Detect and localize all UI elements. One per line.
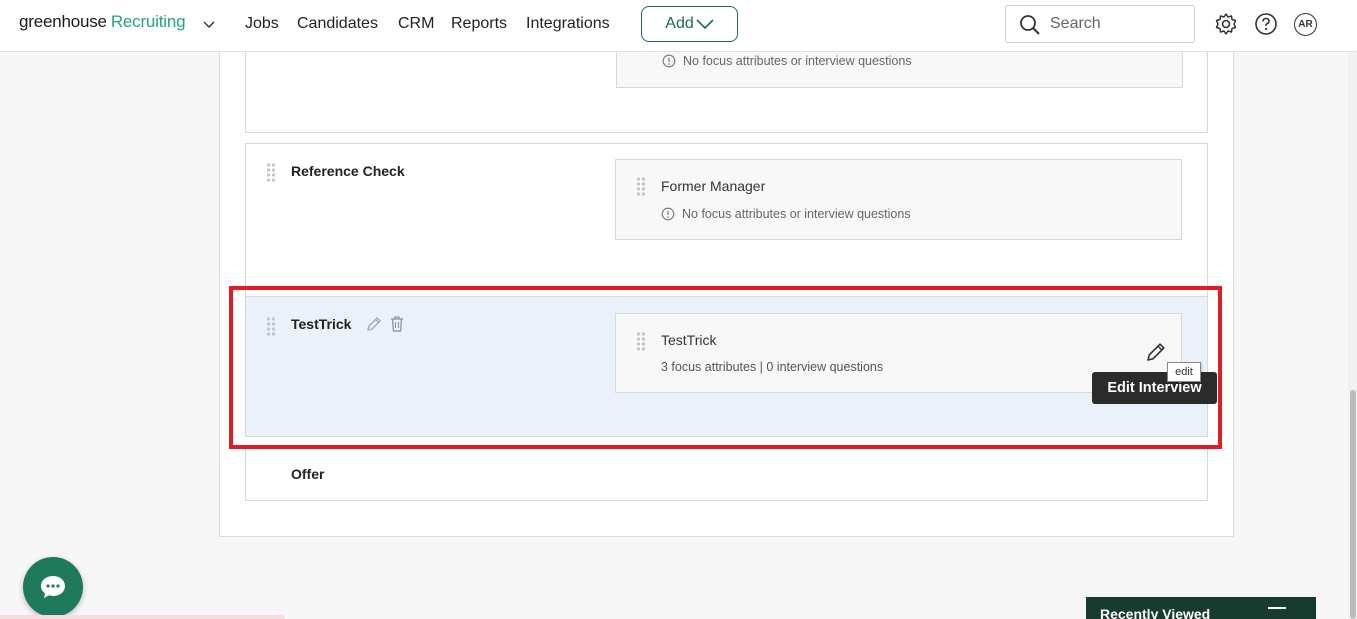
drag-handle-icon[interactable] (636, 331, 646, 351)
help-icon[interactable] (1254, 12, 1278, 36)
interview-summary: 3 focus attributes | 0 interview questio… (661, 360, 884, 374)
minimize-icon[interactable] (1268, 607, 1286, 609)
stage-name: Reference Check (291, 163, 405, 179)
interview-note: No focus attributes or interview questio… (662, 54, 912, 68)
edit-tooltip: edit (1167, 362, 1201, 382)
recently-viewed-panel[interactable]: Recently Viewed (1086, 597, 1316, 619)
nav-crm[interactable]: CRM (398, 15, 434, 33)
stage-name: TestTrick (291, 316, 352, 332)
search-input[interactable] (1050, 15, 1185, 33)
add-button[interactable]: Add (641, 6, 738, 42)
info-icon (662, 54, 676, 68)
interview-note-text: No focus attributes or interview questio… (683, 54, 912, 68)
chat-button[interactable] (23, 557, 83, 617)
pencil-icon[interactable] (365, 315, 383, 333)
interview-card[interactable]: Former Manager No focus attributes or in… (615, 159, 1182, 240)
stage-card: No focus attributes or interview questio… (245, 40, 1208, 133)
search-icon (1020, 15, 1040, 35)
chat-bubble-icon (41, 576, 65, 598)
stage-name: Offer (291, 466, 325, 482)
info-icon (661, 207, 675, 221)
scrollbar-thumb[interactable] (1350, 390, 1356, 619)
stage-card: Reference Check Former Manager No focus … (245, 143, 1208, 297)
interview-name: Former Manager (661, 178, 766, 194)
brand-product: Recruiting (110, 12, 186, 31)
stage-card-active: TestTrick TestTrick 3 focus attributes |… (245, 296, 1208, 437)
top-nav: greenhouse Recruiting Jobs Candidates CRM… (0, 0, 1357, 52)
recently-viewed-title: Recently Viewed (1100, 606, 1211, 619)
trash-icon[interactable] (389, 315, 405, 333)
gear-icon[interactable] (1214, 12, 1238, 36)
notification-bar (0, 615, 285, 619)
search-box[interactable] (1005, 5, 1195, 43)
add-button-label: Add (665, 15, 694, 32)
edit-pencil-icon[interactable] (1145, 341, 1167, 363)
brand-logo[interactable]: greenhouse Recruiting (19, 12, 186, 32)
nav-integrations[interactable]: Integrations (526, 15, 610, 33)
interview-note-text: No focus attributes or interview questio… (682, 207, 911, 221)
chevron-down-icon (696, 19, 714, 30)
brand-name: greenhouse (19, 12, 107, 31)
stage-card: Offer (245, 446, 1208, 501)
drag-handle-icon[interactable] (266, 316, 276, 336)
nav-reports[interactable]: Reports (451, 15, 507, 33)
nav-candidates[interactable]: Candidates (297, 15, 378, 33)
chevron-down-icon[interactable] (203, 18, 215, 30)
interview-name: TestTrick (661, 332, 717, 348)
drag-handle-icon[interactable] (266, 162, 276, 182)
avatar[interactable]: AR (1294, 13, 1317, 36)
nav-jobs[interactable]: Jobs (245, 15, 279, 33)
interview-note: No focus attributes or interview questio… (661, 207, 911, 221)
drag-handle-icon[interactable] (636, 176, 646, 196)
